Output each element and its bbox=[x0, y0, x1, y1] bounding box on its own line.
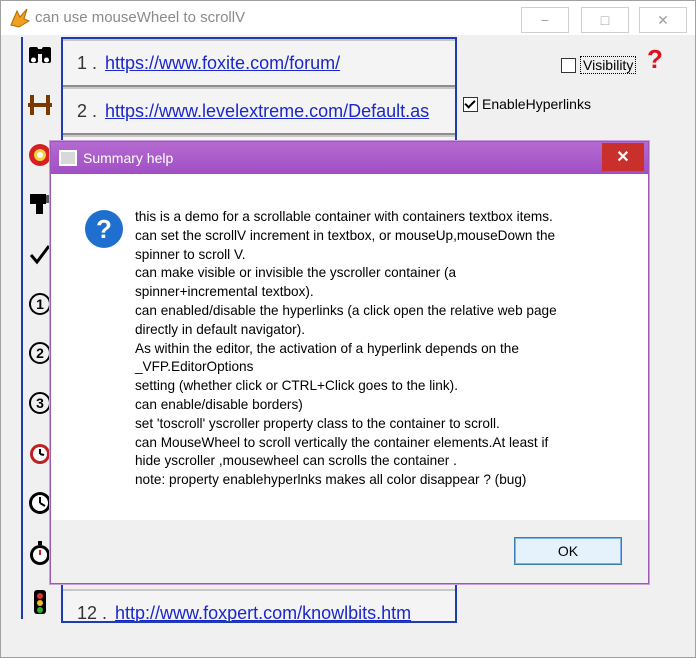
message-line: can enabled/disable the hyperlinks (a cl… bbox=[135, 302, 557, 318]
window-title: can use mouseWheel to scrollV bbox=[35, 9, 246, 26]
svg-text:2: 2 bbox=[36, 345, 44, 361]
ok-button[interactable]: OK bbox=[514, 537, 622, 565]
item-link[interactable]: https://www.levelextreme.com/Default.as bbox=[105, 101, 429, 122]
traffic-light-icon[interactable] bbox=[25, 588, 55, 618]
minimize-icon: − bbox=[540, 12, 550, 28]
question-mark-icon: ? bbox=[85, 210, 123, 248]
message-line: can make visible or invisible the yscrol… bbox=[135, 265, 457, 281]
binoculars-icon[interactable] bbox=[25, 40, 55, 70]
message-line: can set the scrollV increment in textbox… bbox=[135, 227, 556, 243]
main-titlebar[interactable]: can use mouseWheel to scrollV − □ ✕ bbox=[1, 1, 695, 35]
message-line: directly in default navigator). bbox=[135, 321, 306, 337]
dialog-footer: OK bbox=[51, 520, 648, 583]
fox-app-icon bbox=[10, 8, 31, 28]
question-mark-glyph: ? bbox=[96, 213, 112, 244]
enable-hyperlinks-checkbox-box[interactable] bbox=[463, 96, 478, 112]
summary-help-dialog: Summary help ✕ ? this is a demo for a sc… bbox=[50, 141, 649, 584]
minimize-button[interactable]: − bbox=[521, 7, 569, 33]
visibility-label: Visibility bbox=[580, 56, 637, 74]
visibility-checkbox[interactable]: Visibility bbox=[561, 56, 637, 74]
message-line: hide yscroller ,mousewheel can scrolls t… bbox=[135, 453, 457, 469]
dialog-message: this is a demo for a scrollable containe… bbox=[135, 208, 605, 490]
svg-text:3: 3 bbox=[36, 395, 44, 411]
dialog-body: ? this is a demo for a scrollable contai… bbox=[51, 174, 648, 520]
dialog-close-button[interactable]: ✕ bbox=[602, 143, 644, 171]
item-number: 2 . bbox=[77, 100, 98, 121]
visibility-checkbox-box[interactable] bbox=[561, 57, 576, 73]
item-number: 1 . bbox=[77, 52, 98, 73]
message-line: _VFP.EditorOptions bbox=[135, 359, 254, 375]
help-question-icon[interactable]: ? bbox=[647, 44, 663, 75]
close-button[interactable]: ✕ bbox=[639, 7, 687, 33]
maximize-button[interactable]: □ bbox=[581, 7, 629, 33]
message-line: spinner+incremental textbox). bbox=[135, 284, 314, 300]
enable-hyperlinks-checkbox[interactable]: EnableHyperlinks bbox=[463, 96, 591, 112]
window-icon bbox=[59, 150, 77, 166]
close-icon: ✕ bbox=[657, 11, 669, 28]
message-line: set 'toscroll' yscroller property class … bbox=[135, 415, 500, 431]
message-line: can MouseWheel to scroll vertically the … bbox=[135, 434, 549, 450]
list-item: 12 . http://www.foxpert.com/knowlbits.ht… bbox=[63, 589, 455, 623]
message-line: note: property enablehyperlnks makes all… bbox=[135, 472, 527, 488]
message-line: this is a demo for a scrollable containe… bbox=[135, 209, 553, 224]
message-line: can enable/disable borders) bbox=[135, 396, 303, 412]
enable-hyperlinks-label: EnableHyperlinks bbox=[482, 96, 591, 112]
maximize-icon: □ bbox=[600, 12, 610, 28]
dialog-titlebar[interactable]: Summary help ✕ bbox=[51, 142, 648, 174]
message-line: As within the editor, the activation of … bbox=[135, 340, 519, 356]
item-number: 12 . bbox=[77, 602, 108, 623]
message-line: setting (whether click or CTRL+Click goe… bbox=[135, 378, 458, 394]
message-line: spinner to scroll V. bbox=[135, 246, 246, 262]
barbell-icon[interactable] bbox=[25, 90, 55, 120]
close-icon: ✕ bbox=[616, 149, 630, 166]
svg-text:1: 1 bbox=[36, 296, 44, 312]
item-link[interactable]: https://www.foxite.com/forum/ bbox=[105, 53, 340, 74]
list-item: 2 . https://www.levelextreme.com/Default… bbox=[63, 87, 455, 135]
dialog-title: Summary help bbox=[83, 150, 174, 166]
list-item: 1 . https://www.foxite.com/forum/ bbox=[63, 39, 455, 87]
item-link[interactable]: http://www.foxpert.com/knowlbits.htm bbox=[115, 603, 411, 622]
